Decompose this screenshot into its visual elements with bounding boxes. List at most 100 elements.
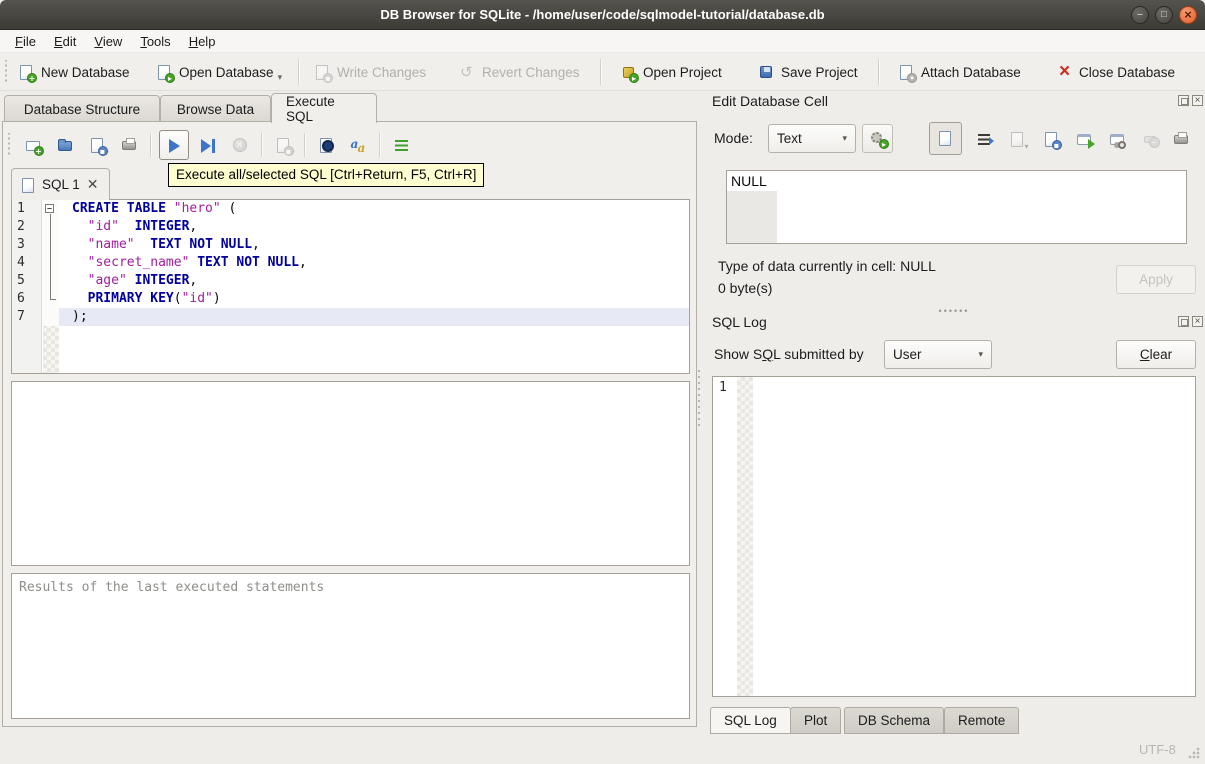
sql-log-dock-controls xyxy=(1178,316,1203,327)
fold-marker[interactable]: − xyxy=(43,200,59,218)
cell-value: NULL xyxy=(731,173,767,189)
log-filter-select[interactable]: User ▾ xyxy=(884,340,992,369)
sql-toolbar-separator xyxy=(261,133,262,157)
code-line[interactable]: PRIMARY KEY("id") xyxy=(59,290,689,308)
open-database-dropdown-icon[interactable]: ▾ xyxy=(278,72,283,86)
close-panel-icon[interactable] xyxy=(1192,316,1203,327)
line-number: 5 xyxy=(17,273,25,288)
new-sql-tab-icon: + xyxy=(25,137,44,156)
attach-database-button[interactable]: • Attach Database xyxy=(892,58,1027,86)
execute-sql-panel: + ▪▾ ▪▾ xyxy=(2,121,697,727)
print-cell-icon xyxy=(1173,131,1190,148)
close-tab-icon[interactable]: ✕ xyxy=(87,176,99,193)
text-mode-button[interactable] xyxy=(929,122,962,155)
fold-marker xyxy=(43,218,59,236)
close-database-button[interactable]: Close Database xyxy=(1050,58,1181,86)
sql-log-area[interactable]: 1 xyxy=(712,376,1196,697)
code-line[interactable]: "age" INTEGER, xyxy=(59,272,689,290)
mode-select[interactable]: Text ▾ xyxy=(768,124,856,153)
log-filter-label: Show SQL submitted by xyxy=(714,346,864,362)
editor-results-splitter[interactable]: •••••• xyxy=(11,374,690,388)
menu-tools[interactable]: Tools xyxy=(131,31,179,52)
stop-execution-icon xyxy=(232,137,249,154)
code-line[interactable]: "id" INTEGER, xyxy=(59,218,689,236)
float-panel-icon[interactable] xyxy=(1178,316,1189,327)
dock-tab-remote[interactable]: Remote xyxy=(944,707,1020,734)
execute-current-line-button[interactable] xyxy=(195,132,221,158)
dock-tab-db-schema[interactable]: DB Schema xyxy=(844,707,945,734)
resize-grip[interactable] xyxy=(1188,747,1200,759)
results-message-splitter[interactable]: •••••• xyxy=(11,566,690,580)
dock-tab-plot[interactable]: Plot xyxy=(790,707,842,734)
save-sql-file-icon: ▪▾ xyxy=(89,137,109,157)
dock-tab-sql-log[interactable]: SQL Log xyxy=(710,707,791,734)
menu-edit[interactable]: Edit xyxy=(45,31,85,52)
execute-current-line-icon xyxy=(200,137,217,154)
open-project-icon: ▸ xyxy=(620,64,639,83)
code-line[interactable]: CREATE TABLE "hero" ( xyxy=(59,200,689,218)
new-database-button[interactable]: + New Database xyxy=(12,58,136,86)
fold-marker xyxy=(43,254,59,272)
sql-toolbar-drag-handle[interactable] xyxy=(7,133,11,157)
edit-cell-title: Edit Database Cell xyxy=(712,93,828,109)
menu-help[interactable]: Help xyxy=(180,31,225,52)
minimize-icon[interactable] xyxy=(1131,6,1149,24)
save-results-button: ▪▾ xyxy=(270,132,296,158)
revert-changes-button: Revert Changes xyxy=(453,58,586,86)
code-line[interactable]: ); xyxy=(59,308,689,326)
text-document-icon xyxy=(937,130,954,147)
cell-editor[interactable]: NULL xyxy=(726,170,1187,244)
close-window-icon[interactable] xyxy=(1179,6,1197,24)
execution-messages-pane[interactable]: Results of the last executed statements xyxy=(11,573,690,719)
open-sql-file-button[interactable] xyxy=(52,132,78,158)
word-wrap-icon xyxy=(977,131,994,148)
close-panel-icon[interactable] xyxy=(1192,95,1203,106)
float-panel-icon[interactable] xyxy=(1178,95,1189,106)
execute-all-button[interactable] xyxy=(159,130,189,160)
replace-button[interactable] xyxy=(345,132,371,158)
code-area[interactable]: CREATE TABLE "hero" ( "id" INTEGER, "nam… xyxy=(59,200,689,373)
line-number: 3 xyxy=(17,237,25,252)
save-sql-file-button[interactable]: ▪▾ xyxy=(84,132,110,158)
log-fold-margin xyxy=(737,377,753,696)
menu-view[interactable]: View xyxy=(85,31,131,52)
code-line[interactable]: "secret_name" TEXT NOT NULL, xyxy=(59,254,689,272)
fold-marker xyxy=(43,272,59,290)
fold-margin[interactable]: − xyxy=(43,200,59,373)
open-database-button[interactable]: ▸ Open Database ▾ xyxy=(150,58,288,86)
format-sql-button[interactable] xyxy=(388,132,414,158)
open-external-button[interactable] xyxy=(1071,126,1097,152)
export-data-button[interactable]: ▪ xyxy=(1038,126,1064,152)
panel-splitter[interactable] xyxy=(698,370,702,430)
toolbar-drag-handle[interactable] xyxy=(4,60,8,84)
open-in-app-icon xyxy=(1076,131,1095,149)
fold-marker xyxy=(43,236,59,254)
print-sql-button[interactable] xyxy=(116,132,142,158)
menu-file[interactable]: File xyxy=(6,31,45,52)
clear-log-button[interactable]: Clear xyxy=(1116,340,1196,369)
sql-1-tab[interactable]: SQL 1 ✕ xyxy=(11,168,110,200)
toolbar-separator xyxy=(298,59,299,85)
print-cell-button[interactable] xyxy=(1168,126,1194,152)
maximize-icon[interactable] xyxy=(1155,6,1173,24)
find-button[interactable] xyxy=(313,132,339,158)
sql-code-editor[interactable]: 1 2 3 4 5 6 7 − CREATE TABLE "hero" ( "id" INT… xyxy=(11,199,690,374)
tab-browse-data[interactable]: Browse Data xyxy=(160,95,271,122)
line-number: 2 xyxy=(17,219,25,234)
import-in-cell-button[interactable]: ▸ xyxy=(862,124,893,153)
code-line[interactable]: "name" TEXT NOT NULL, xyxy=(59,236,689,254)
save-project-button[interactable]: Save Project xyxy=(752,58,864,86)
word-wrap-button[interactable] xyxy=(972,126,998,152)
copy-path-button[interactable] xyxy=(1104,126,1130,152)
window-title: DB Browser for SQLite - /home/user/code/… xyxy=(380,7,825,22)
tab-database-structure[interactable]: Database Structure xyxy=(4,95,160,122)
new-sql-tab-button[interactable]: + xyxy=(20,132,46,158)
open-project-button[interactable]: ▸ Open Project xyxy=(614,58,728,86)
title-bar[interactable]: DB Browser for SQLite - /home/user/code/… xyxy=(0,0,1205,30)
results-grid-pane[interactable] xyxy=(11,381,690,566)
dock-splitter[interactable]: •••••• xyxy=(712,302,1196,316)
tab-execute-sql[interactable]: Execute SQL xyxy=(271,93,377,124)
replace-icon xyxy=(350,137,367,155)
write-changes-button: ▪ Write Changes xyxy=(308,58,432,86)
sql-toolbar: + ▪▾ ▪▾ xyxy=(5,128,665,162)
